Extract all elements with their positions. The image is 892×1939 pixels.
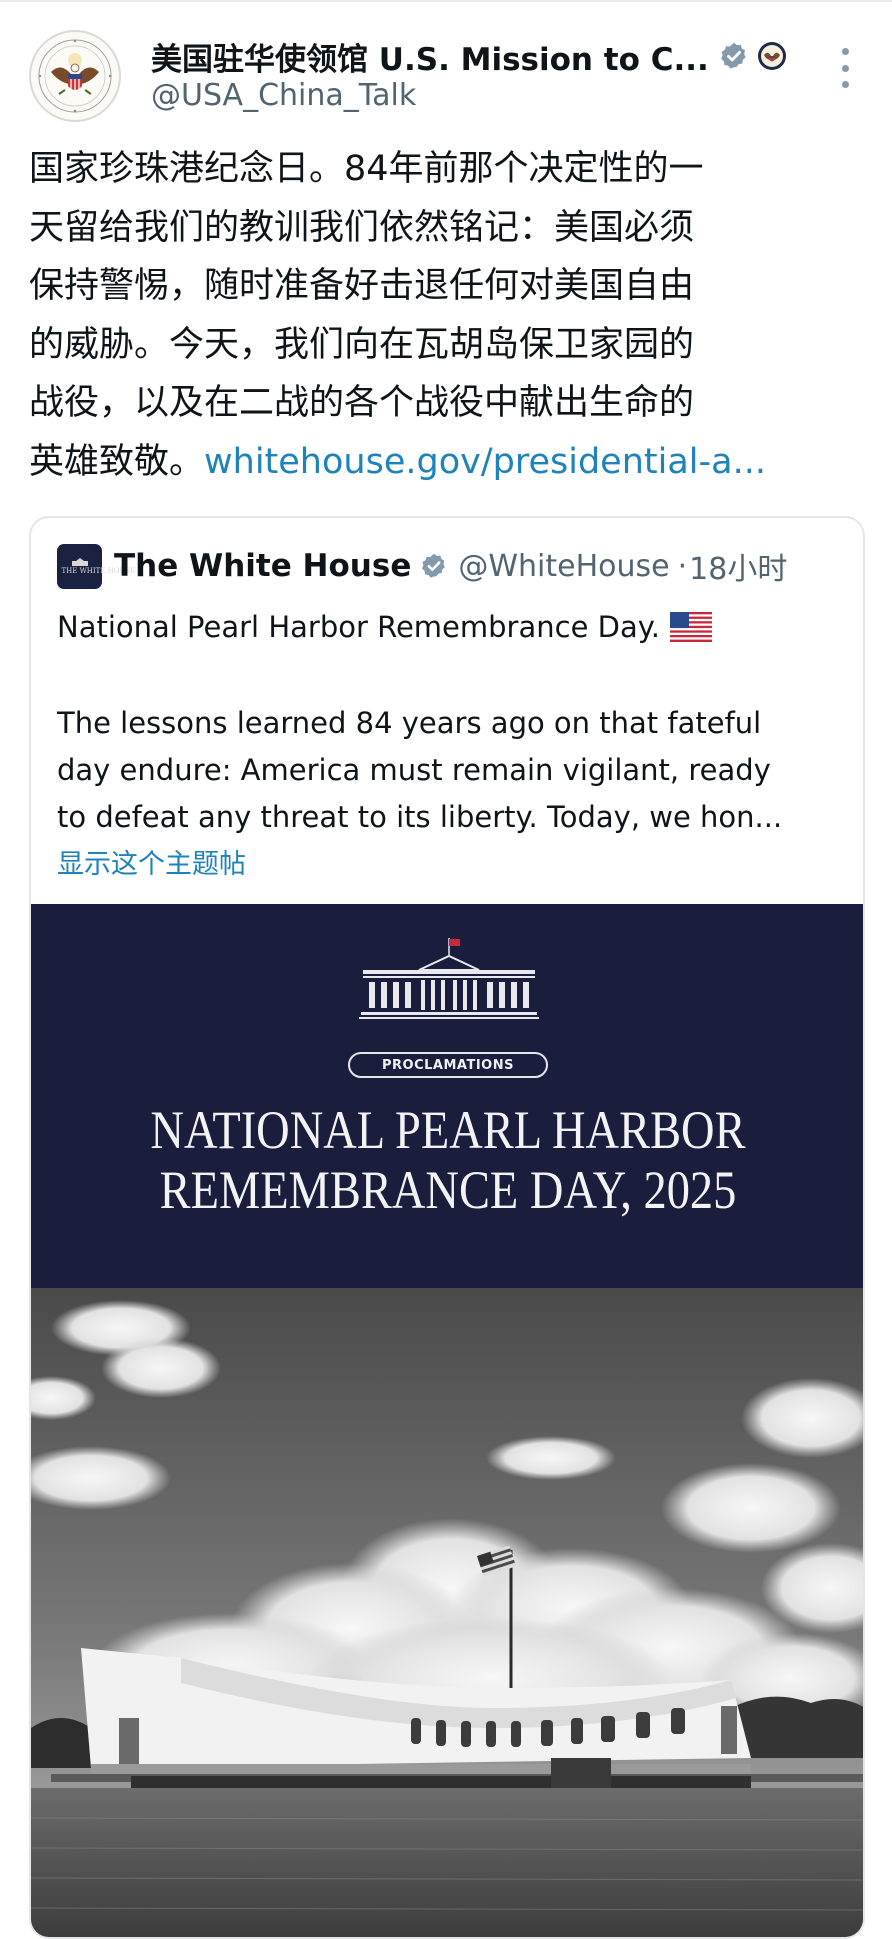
author-handle[interactable]: @USA_China_Talk — [151, 78, 416, 113]
white-house-logo-icon — [359, 938, 539, 1019]
tweet-text-line: 保持警惕，随时准备好击退任何对美国自由 — [29, 266, 695, 306]
quoted-title: National Pearl Harbor Remembrance Day. — [57, 610, 712, 644]
quoted-timestamp[interactable]: 18小时 — [689, 544, 787, 588]
tweet-text-line: 战役，以及在二战的各个战役中献出生命的 — [29, 383, 695, 423]
tweet-link[interactable]: whitehouse.gov/presidential-a... — [204, 442, 766, 482]
more-options-icon[interactable] — [832, 48, 858, 88]
tweet-text: 国家珍珠港纪念日。84年前那个决定性的一 天留给我们的教训我们依然铭记：美国必须… — [29, 140, 869, 491]
tweet-view: 美国驻华使领馆 U.S. Mission to C... @USA_China_… — [0, 0, 892, 1939]
white-house-icon — [71, 558, 88, 566]
quoted-tweet-card[interactable]: THE WHITE HOUSE The White House @WhiteHo… — [29, 516, 865, 1939]
uss-arizona-memorial-photo — [31, 1288, 863, 1937]
banner-title: NATIONAL PEARL HARBOR REMEMBRANCE DAY, 2… — [89, 1100, 806, 1220]
proclamations-badge: PROCLAMATIONS — [348, 1052, 548, 1078]
tweet-text-line: 英雄致敬。whitehouse.gov/presidential-a... — [29, 433, 869, 492]
quoted-body: The lessons learned 84 years ago on that… — [57, 700, 857, 841]
embassy-seal-icon — [33, 34, 117, 118]
author-avatar[interactable] — [29, 30, 121, 122]
show-thread-link[interactable]: 显示这个主题帖 — [57, 842, 246, 881]
us-government-seal-icon[interactable] — [757, 41, 787, 71]
quoted-body-line: day endure: America must remain vigilant… — [57, 753, 771, 787]
tweet-text-line: 的威胁。今天，我们向在瓦胡岛保卫家园的 — [29, 324, 695, 365]
dot — [841, 64, 849, 72]
attached-image[interactable]: PROCLAMATIONS NATIONAL PEARL HARBOR REME… — [31, 904, 863, 1937]
divider — [0, 0, 892, 2]
tweet-text-line: 国家珍珠港纪念日。84年前那个决定性的一 — [29, 149, 704, 189]
tweet-text-tail: 英雄致敬。 — [29, 441, 205, 482]
verified-badge-icon[interactable] — [719, 41, 749, 71]
us-flag-icon — [669, 612, 712, 642]
verified-badge-icon[interactable] — [420, 552, 448, 580]
quoted-title-text: National Pearl Harbor Remembrance Day. — [57, 610, 660, 644]
quoted-body-line: to defeat any threat to its liberty. Tod… — [57, 800, 783, 834]
quoted-body-line: The lessons learned 84 years ago on that… — [57, 706, 762, 740]
quoted-author-handle[interactable]: @WhiteHouse — [458, 549, 669, 584]
dot — [841, 81, 849, 88]
tweet-text-line: 天留给我们的教训我们依然铭记：美国必须 — [29, 207, 695, 248]
quoted-author-avatar[interactable]: THE WHITE HOUSE — [57, 543, 136, 589]
author-name[interactable]: 美国驻华使领馆 U.S. Mission to C... — [151, 34, 709, 79]
banner-title-line: REMEMBRANCE DAY, 2025 — [159, 1160, 737, 1220]
quoted-avatar-text: THE WHITE HOUSE — [61, 567, 136, 575]
author-name-row: 美国驻华使领馆 U.S. Mission to C... — [151, 32, 791, 80]
quoted-tweet-header: THE WHITE HOUSE The White House @WhiteHo… — [57, 542, 847, 590]
proclamation-banner: PROCLAMATIONS NATIONAL PEARL HARBOR REME… — [31, 904, 863, 1288]
banner-title-line: NATIONAL PEARL HARBOR — [150, 1100, 746, 1160]
quoted-author-name[interactable]: The White House — [114, 548, 411, 584]
quoted-separator: · — [677, 548, 688, 584]
dot — [841, 48, 849, 55]
